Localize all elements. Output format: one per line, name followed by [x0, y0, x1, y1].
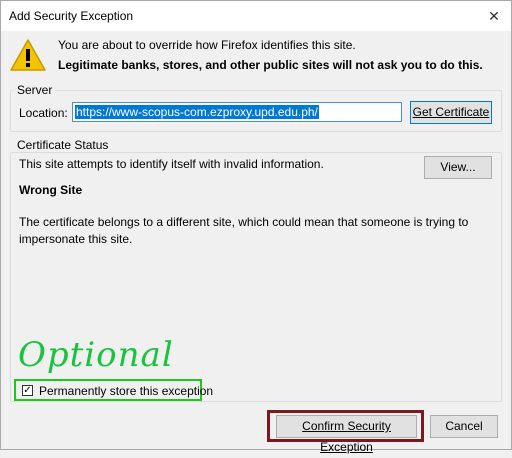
get-certificate-button[interactable]: Get Certificate: [410, 101, 492, 124]
get-certificate-label: Get Certificate: [412, 105, 490, 119]
location-label: Location:: [19, 106, 68, 120]
confirm-button[interactable]: Confirm Security Exception: [276, 415, 417, 454]
view-button[interactable]: View...: [424, 156, 492, 179]
server-legend: Server: [14, 83, 56, 97]
warning-icon: [10, 39, 46, 71]
certificate-status-legend: Certificate Status: [14, 138, 112, 152]
title-bar: Add Security Exception ✕: [1, 1, 511, 31]
problem-description: The certificate belongs to a different s…: [19, 215, 469, 246]
intro-warning: Legitimate banks, stores, and other publ…: [58, 58, 483, 72]
permanent-checkbox[interactable]: ✓: [22, 385, 33, 396]
permanent-label[interactable]: Permanently store this exception: [39, 384, 213, 398]
location-value: https://www-scopus-com.ezproxy.upd.edu.p…: [75, 105, 319, 119]
optional-annotation: Optional: [18, 335, 174, 375]
problem-title: Wrong Site: [19, 183, 83, 197]
close-icon[interactable]: ✕: [483, 5, 505, 27]
cancel-button[interactable]: Cancel: [430, 415, 498, 438]
location-input[interactable]: https://www-scopus-com.ezproxy.upd.edu.p…: [72, 102, 402, 122]
permanent-highlight: ✓ Permanently store this exception: [14, 379, 213, 401]
intro-message: You are about to override how Firefox id…: [58, 38, 356, 52]
status-message: This site attempts to identify itself wi…: [19, 157, 324, 171]
dialog-title: Add Security Exception: [9, 9, 134, 23]
